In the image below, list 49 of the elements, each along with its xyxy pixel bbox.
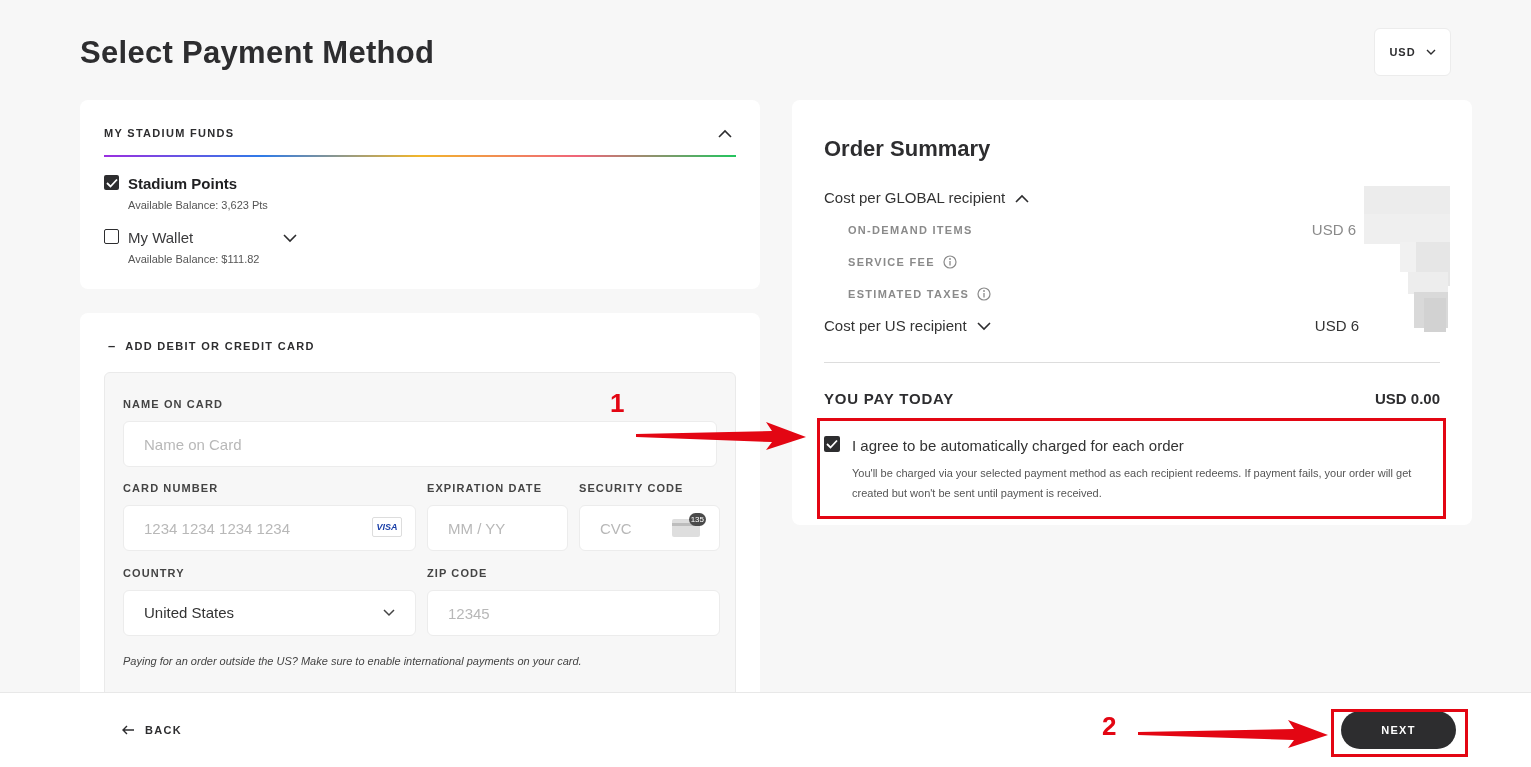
arrow-left-icon bbox=[122, 725, 135, 735]
field-label: NAME ON CARD bbox=[123, 397, 223, 410]
step-number: 1 bbox=[610, 388, 625, 418]
next-button[interactable]: NEXT bbox=[1341, 711, 1456, 749]
item-label: ESTIMATED TAXES bbox=[848, 286, 970, 302]
amount-text: USD 6 bbox=[1311, 219, 1356, 240]
amount-text: USD 6 bbox=[1314, 315, 1359, 336]
name-field[interactable]: Name on Card bbox=[123, 421, 717, 467]
hint-text: Paying for an order outside the US? Make sure to enable international payments on your card. bbox=[123, 654, 583, 669]
checkbox[interactable] bbox=[104, 175, 119, 190]
field-label: SECURITY CODE bbox=[579, 481, 684, 494]
chevron-down-icon bbox=[383, 609, 395, 617]
step-number: 2 bbox=[1102, 711, 1117, 741]
field-label: ZIP CODE bbox=[427, 566, 488, 579]
option-label: My Wallet bbox=[128, 228, 194, 248]
chevron-up-icon[interactable] bbox=[1015, 193, 1030, 203]
item-label: SERVICE FEE bbox=[848, 254, 935, 270]
balance-text: Available Balance: $111.82 bbox=[128, 251, 261, 267]
section-title: MY STADIUM FUNDS bbox=[104, 125, 235, 141]
group-label: Cost per GLOBAL recipient bbox=[824, 187, 1006, 208]
checkbox[interactable] bbox=[104, 229, 119, 244]
info-icon[interactable] bbox=[977, 287, 992, 301]
chevron-down-icon[interactable] bbox=[283, 233, 298, 243]
item-label: ON-DEMAND ITEMS bbox=[848, 222, 973, 238]
expiry-field[interactable]: MM / YY bbox=[427, 505, 568, 551]
collapse-toggle[interactable]: – bbox=[108, 336, 116, 356]
total-amount: USD 0.00 bbox=[1374, 389, 1440, 409]
card-brand-badge: VISA bbox=[372, 517, 402, 537]
section-title: ADD DEBIT OR CREDIT CARD bbox=[125, 338, 315, 354]
chevron-down-icon bbox=[1425, 49, 1436, 55]
total-label: YOU PAY TODAY bbox=[824, 389, 955, 409]
country-select[interactable]: United States bbox=[123, 590, 416, 636]
zip-code-field[interactable]: 12345 bbox=[427, 590, 720, 636]
group-label: Cost per US recipient bbox=[824, 315, 967, 336]
agreement-text: You'll be charged via your selected payment method as each recipient redeems. If payment fails, your order will get created but won't be sent until payment is received. bbox=[852, 466, 1413, 501]
chevron-down-icon[interactable] bbox=[976, 321, 991, 331]
summary-title: Order Summary bbox=[824, 135, 992, 162]
option-label: Stadium Points bbox=[128, 174, 238, 194]
field-label: EXPIRATION DATE bbox=[427, 481, 543, 494]
field-label: CARD NUMBER bbox=[123, 481, 219, 494]
back-link[interactable]: BACK bbox=[122, 721, 182, 739]
agreement-label: I agree to be automatically charged for each order bbox=[852, 435, 1185, 456]
checkbox[interactable] bbox=[824, 435, 840, 452]
field-label: COUNTRY bbox=[123, 566, 185, 579]
currency-select[interactable]: USD bbox=[1374, 28, 1451, 76]
page-title: Select Payment Method bbox=[80, 34, 435, 72]
chevron-up-icon[interactable] bbox=[718, 128, 732, 138]
info-icon[interactable] bbox=[942, 255, 957, 269]
balance-text: Available Balance: 3,623 Pts bbox=[128, 197, 268, 213]
